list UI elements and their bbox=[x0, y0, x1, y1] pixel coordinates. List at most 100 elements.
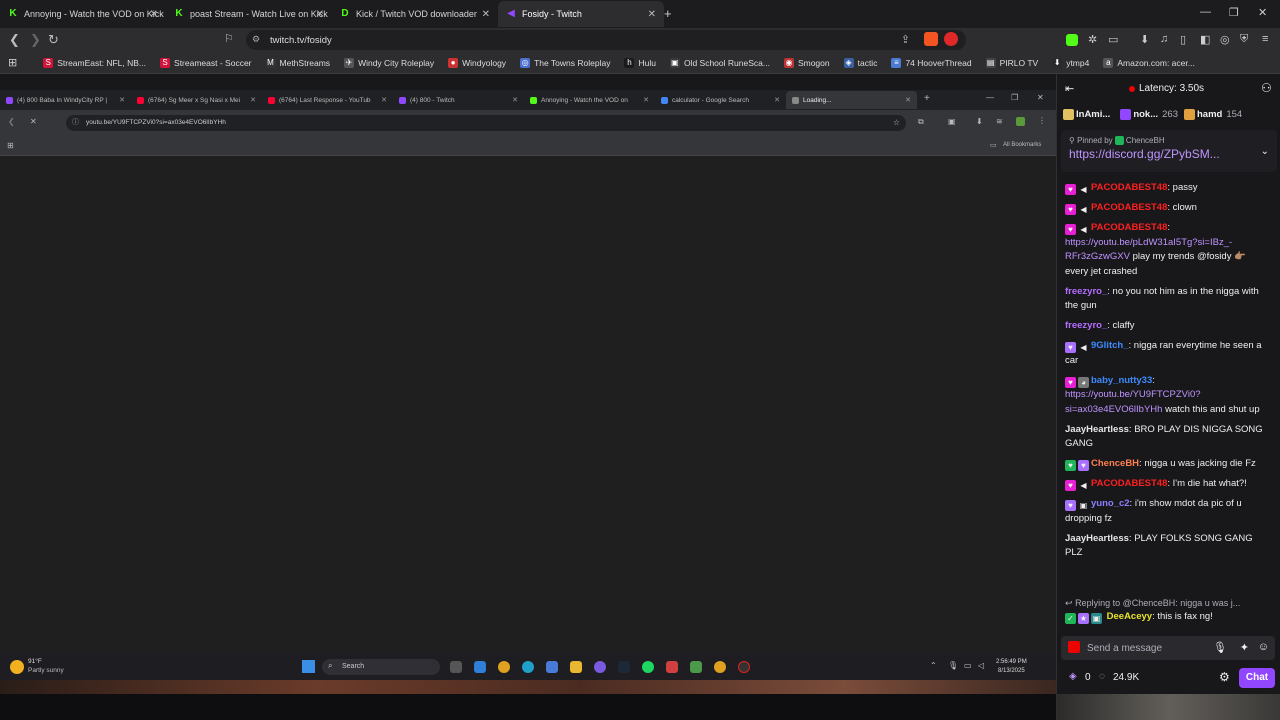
inner-bookmarks-bar: ⊞ ▭ All Bookmarks bbox=[0, 136, 1056, 156]
bookmark-item[interactable]: ◉ Smogon bbox=[783, 57, 830, 68]
share-icon[interactable]: ⇪ bbox=[901, 33, 910, 46]
sub-badge-icon: ♥ bbox=[1078, 460, 1089, 471]
collapse-chat-icon[interactable]: ⇤ bbox=[1065, 82, 1074, 95]
bookmark-label: The Towns Roleplay bbox=[534, 57, 611, 68]
bookmark-item[interactable]: S Streameast - Soccer bbox=[160, 57, 252, 68]
brave-shields-icon[interactable] bbox=[924, 32, 938, 46]
bookmark-label: 74 HooverThread bbox=[905, 57, 972, 68]
chat-text: clown bbox=[1172, 202, 1197, 213]
chat-username[interactable]: PACODABEST48 bbox=[1091, 222, 1167, 233]
bookmark-item[interactable]: ▤ PIRLO TV bbox=[985, 57, 1038, 68]
chat-username[interactable]: PACODABEST48 bbox=[1091, 478, 1167, 489]
app-icon-3 bbox=[738, 661, 750, 673]
taskbar-time: 2:56:49 PM bbox=[996, 659, 1027, 665]
settings-gear-icon[interactable]: ⚙ bbox=[1219, 670, 1230, 684]
extension-d-icon[interactable] bbox=[1066, 34, 1078, 46]
tab-close-icon[interactable]: ✕ bbox=[150, 9, 158, 20]
chat-send-button[interactable]: Chat bbox=[1239, 668, 1275, 688]
tab-favicon-icon: D bbox=[341, 8, 349, 19]
forward-icon[interactable]: ❯ bbox=[30, 32, 41, 48]
community-icon[interactable]: ⚇ bbox=[1261, 81, 1272, 95]
video-player[interactable]: (4) 800 Baba In WindyCity RP | ✕ (6764) Sg… bbox=[0, 74, 1056, 694]
media-icon[interactable]: ♫ bbox=[1160, 33, 1168, 45]
extensions-icon[interactable]: ✲ bbox=[1088, 33, 1097, 46]
bookmark-item[interactable]: ✈ Windy City Roleplay bbox=[344, 57, 434, 68]
browser-tab[interactable]: D Kick / Twitch VOD downloader ✕ bbox=[332, 1, 498, 27]
sidebar-icon[interactable]: ▯ bbox=[1180, 33, 1186, 46]
downloads-icon[interactable]: ⬇ bbox=[1140, 33, 1149, 46]
shield-icon[interactable]: ⛨ bbox=[1240, 33, 1248, 46]
bookmark-item[interactable]: S StreamEast: NFL, NB... bbox=[43, 57, 147, 68]
bookmark-item[interactable]: ▣ Old School RuneSca... bbox=[669, 57, 770, 68]
browser-tab[interactable]: ◀ Fosidy - Twitch ✕ bbox=[498, 1, 664, 27]
chat-input[interactable]: Send a message 🎙 ✦ ☺ bbox=[1061, 636, 1275, 660]
tab-label: poast Stream - Watch Live on Kick bbox=[190, 9, 328, 19]
gift-leaderboard[interactable]: InAmi... nok... 263 hamd 154 bbox=[1057, 104, 1280, 124]
discord-icon bbox=[594, 661, 606, 673]
pinned-link[interactable]: https://discord.gg/ZPybSM... bbox=[1069, 147, 1269, 161]
channel-points-icon[interactable]: ◈ bbox=[1069, 671, 1077, 682]
chat-username[interactable]: JaayHeartless bbox=[1065, 533, 1129, 544]
chat-username[interactable]: 9Glitch_ bbox=[1091, 340, 1129, 351]
chat-username[interactable]: ChenceBH bbox=[1091, 458, 1139, 469]
leaderboard-entry[interactable]: nok... 263 bbox=[1120, 108, 1178, 120]
restore-icon[interactable]: ❐ bbox=[1229, 6, 1239, 19]
mic-icon[interactable]: 🎙 bbox=[1213, 641, 1227, 654]
browser-tab[interactable]: K Annoying - Watch the VOD on Kick ✕ bbox=[0, 1, 166, 27]
bookmark-item[interactable]: ⬇ ytmp4 bbox=[1052, 57, 1089, 68]
tab-close-icon[interactable]: ✕ bbox=[648, 9, 656, 20]
close-window-icon[interactable]: ✕ bbox=[1258, 6, 1267, 19]
chat-username[interactable]: yuno_c2 bbox=[1091, 498, 1130, 509]
chat-username[interactable]: baby_nutty33 bbox=[1091, 375, 1152, 386]
weather-desc: Partly sunny bbox=[28, 667, 64, 674]
bookmark-item[interactable]: ◈ tactic bbox=[843, 57, 877, 68]
heart-bits-icon[interactable] bbox=[1068, 641, 1080, 653]
back-icon[interactable]: ❮ bbox=[9, 32, 20, 48]
bookmark-label: StreamEast: NFL, NB... bbox=[57, 57, 147, 68]
bookmark-favicon-icon: ⬇ bbox=[1052, 57, 1063, 68]
bookmark-icon[interactable]: ⚐ bbox=[224, 32, 234, 45]
muted-badge-icon: ◀ bbox=[1080, 343, 1087, 352]
wallet2-icon[interactable]: ◧ bbox=[1200, 33, 1210, 46]
chat-username[interactable]: freezyro_ bbox=[1065, 286, 1107, 297]
browser-tab[interactable]: Kpoast Stream - Watch Live on Kick ✕ bbox=[166, 1, 332, 27]
chevron-down-icon[interactable]: ⌄ bbox=[1261, 146, 1269, 157]
rewards-icon[interactable] bbox=[944, 32, 958, 46]
sub-badge-icon: ♥ bbox=[1065, 204, 1076, 215]
emote-icon[interactable]: ☺ bbox=[1258, 641, 1269, 653]
bookmark-item[interactable]: ≡ 74 HooverThread bbox=[891, 57, 972, 68]
points-count: 0 bbox=[1085, 672, 1091, 683]
bookmark-item[interactable]: h Hulu bbox=[624, 57, 656, 68]
chat-username[interactable]: PACODABEST48 bbox=[1091, 182, 1167, 193]
chat-username[interactable]: PACODABEST48 bbox=[1091, 202, 1167, 213]
leaderboard-entry[interactable]: InAmi... bbox=[1063, 108, 1114, 120]
site-info-icon[interactable]: ⚙ bbox=[252, 34, 260, 45]
chat-username[interactable]: JaayHeartless bbox=[1065, 424, 1129, 435]
chat-username[interactable]: freezyro_ bbox=[1065, 320, 1107, 331]
inner-tab-favicon-icon bbox=[399, 96, 406, 104]
reply-username[interactable]: DeeAceyy bbox=[1107, 611, 1152, 622]
tab-close-icon[interactable]: ✕ bbox=[482, 9, 490, 20]
reload-icon[interactable]: ↻ bbox=[48, 32, 59, 48]
apps-grid-icon[interactable]: ⊞ bbox=[8, 56, 17, 69]
new-tab-button[interactable]: + bbox=[664, 6, 672, 21]
address-bar[interactable]: ⚙ twitch.tv/fosidy ⇪ bbox=[246, 30, 966, 50]
bookmark-item[interactable]: M MethStreams bbox=[265, 57, 330, 68]
bookmark-item[interactable]: a Amazon.com: acer... bbox=[1103, 57, 1195, 68]
bookmark-label: Windyology bbox=[462, 57, 507, 68]
leaderboard-entry[interactable]: hamd 154 bbox=[1183, 108, 1242, 120]
minimize-icon[interactable]: — bbox=[1200, 6, 1211, 18]
bookmark-favicon-icon: M bbox=[265, 57, 276, 68]
address-toolbar: ❮ ❯ ↻ ⚐ ⚙ twitch.tv/fosidy ⇪ ✲ ▭ ⬇ ♫ ▯ ◧… bbox=[0, 28, 1280, 52]
bookmark-item[interactable]: ● Windyology bbox=[448, 57, 507, 68]
bookmark-item[interactable]: ◎ The Towns Roleplay bbox=[520, 57, 611, 68]
wallet-icon[interactable]: ▭ bbox=[1108, 33, 1118, 46]
magic-icon[interactable]: ✦ bbox=[1240, 641, 1249, 654]
menu-icon[interactable]: ≡ bbox=[1262, 33, 1268, 45]
vpn-icon[interactable]: ◎ bbox=[1220, 33, 1230, 46]
pinned-message[interactable]: ⚲ Pinned by ChenceBH https://discord.gg/… bbox=[1061, 130, 1277, 172]
inner-tab-favicon-icon bbox=[661, 96, 668, 104]
tab-close-icon[interactable]: ✕ bbox=[316, 9, 324, 20]
chat-message: JaayHeartless: PLAY FOLKS SONG GANG PLZ bbox=[1065, 532, 1253, 559]
taskbar-search-label: Search bbox=[342, 663, 365, 670]
